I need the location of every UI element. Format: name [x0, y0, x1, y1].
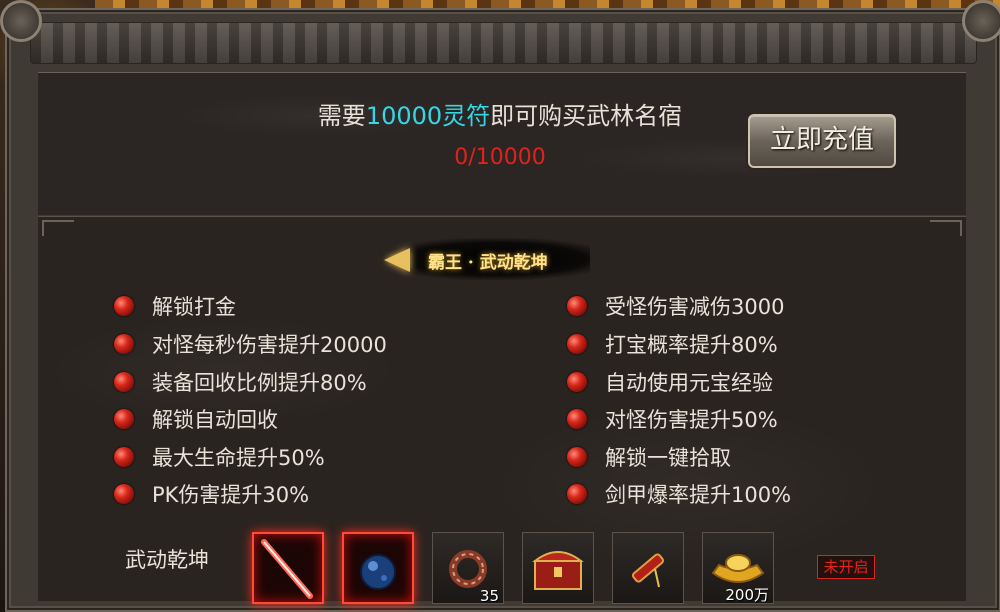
red-bullet-icon	[567, 296, 587, 316]
blue-orb-icon	[360, 554, 396, 590]
reward-slot[interactable]	[342, 532, 414, 604]
red-bullet-icon	[114, 334, 134, 354]
perk-item: 剑甲爆率提升100%	[567, 478, 791, 510]
reward-slot[interactable]	[612, 532, 684, 604]
treasure-chest-icon	[532, 551, 584, 590]
perk-item: 装备回收比例提升80%	[114, 366, 367, 398]
perk-item: 受怪伤害减伤3000	[567, 290, 784, 322]
reward-slot[interactable]	[252, 532, 324, 604]
tier-title: 霸王 · 武动乾坤	[428, 253, 548, 273]
panel-corner-left	[42, 220, 74, 236]
reward-slot[interactable]: 35	[432, 532, 504, 605]
red-bullet-icon	[114, 409, 134, 429]
reward-row-label: 武动乾坤	[125, 548, 209, 572]
not-activated-badge: 未开启	[817, 555, 875, 579]
previous-tier-arrow-icon[interactable]	[384, 248, 410, 272]
corner-ornament-left	[0, 0, 42, 42]
red-sword-icon	[261, 539, 313, 599]
perk-item: 打宝概率提升80%	[567, 328, 778, 360]
reward-slot[interactable]	[522, 532, 594, 604]
perk-item: 最大生命提升50%	[114, 441, 325, 473]
item-count: 200万	[725, 586, 769, 604]
item-count: 35	[479, 587, 499, 605]
red-bullet-icon	[114, 484, 134, 504]
recharge-now-button[interactable]: 立即充值	[748, 114, 896, 168]
red-bullet-icon	[567, 484, 587, 504]
red-bullet-icon	[114, 447, 134, 467]
red-bullet-icon	[567, 447, 587, 467]
perk-item: 自动使用元宝经验	[567, 366, 773, 398]
perk-item: 对怪伤害提升50%	[567, 403, 778, 435]
corner-ornament-right	[962, 0, 1000, 42]
perk-item: 对怪每秒伤害提升20000	[114, 328, 387, 360]
perk-item: PK伤害提升30%	[114, 478, 309, 510]
perk-item: 解锁自动回收	[114, 403, 278, 435]
red-bullet-icon	[567, 372, 587, 392]
reward-slot[interactable]: 200万	[702, 532, 774, 604]
red-bullet-icon	[114, 296, 134, 316]
red-scroll-icon	[631, 553, 665, 588]
red-bullet-icon	[567, 334, 587, 354]
perk-item: 解锁一键拾取	[567, 441, 731, 473]
perk-item: 解锁打金	[114, 290, 236, 322]
required-amount: 10000灵符	[365, 102, 491, 130]
panel-corner-right	[930, 220, 962, 236]
red-bullet-icon	[567, 409, 587, 429]
window-title-bar	[30, 22, 977, 64]
red-bullet-icon	[114, 372, 134, 392]
